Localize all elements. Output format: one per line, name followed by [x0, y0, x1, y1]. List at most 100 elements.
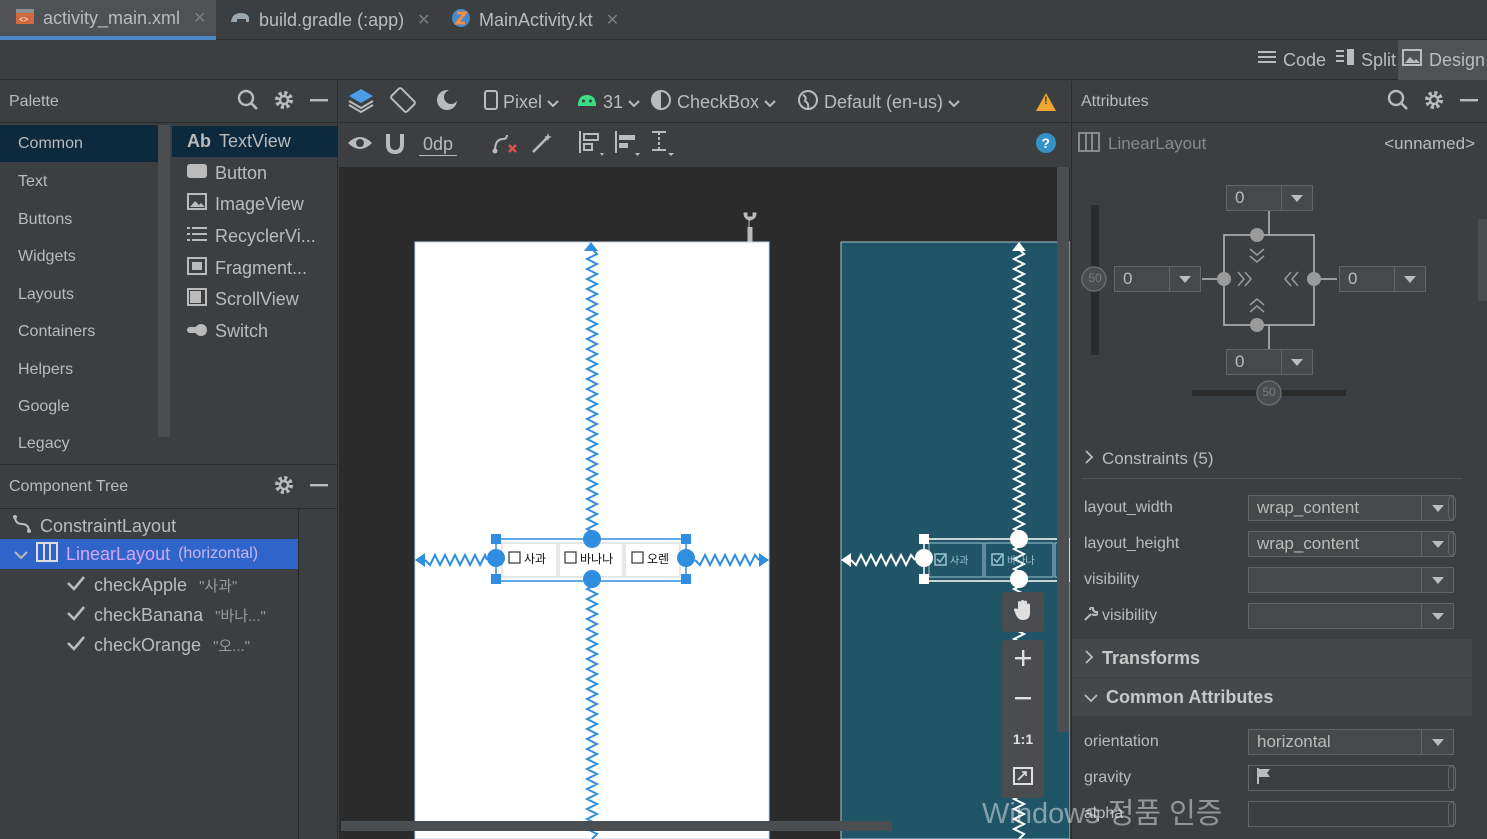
palette-category-layouts[interactable]: Layouts [0, 276, 158, 313]
minimize-icon[interactable] [309, 475, 329, 500]
palette-item-scrollview[interactable]: ScrollView [172, 284, 338, 315]
tools-visibility-combo[interactable] [1248, 603, 1454, 629]
palette-category-text[interactable]: Text [0, 163, 158, 200]
guidelines-icon [648, 129, 676, 162]
tree-node-checkorange[interactable]: checkOrange "오..." [66, 630, 483, 660]
layout-height-resource-button[interactable] [1448, 532, 1456, 556]
default-margin-button[interactable]: 0dp [419, 123, 458, 167]
layers-icon [347, 86, 375, 119]
theme-selector[interactable]: CheckBox [650, 81, 776, 123]
minimize-icon[interactable] [1459, 90, 1479, 115]
palette-category-containers[interactable]: Containers [0, 313, 158, 350]
design-toolbar: Pixel 31 CheckBox Default (en-us) [339, 81, 1070, 123]
zoom-controls: 1:1 [1002, 640, 1044, 798]
tree-node-constraintlayout[interactable]: ConstraintLayout [0, 511, 298, 541]
palette-category-common[interactable]: Common [0, 125, 158, 162]
infer-constraints-button[interactable] [530, 123, 554, 167]
close-tab-icon[interactable]: ✕ [417, 10, 430, 30]
guidelines-button[interactable] [648, 123, 676, 167]
orientation-button[interactable] [389, 81, 417, 123]
align-button[interactable] [613, 123, 641, 167]
palette-item-fragment[interactable]: Fragment... [172, 253, 338, 284]
help-icon: ? [1035, 132, 1057, 159]
alpha-resource-button[interactable] [1448, 802, 1456, 826]
layout-height-combo[interactable]: wrap_content [1248, 531, 1454, 557]
palette-item-button[interactable]: Button [172, 158, 338, 189]
gravity-field[interactable] [1248, 765, 1454, 791]
night-mode-button[interactable] [435, 81, 461, 123]
zoom-in-button[interactable] [1002, 640, 1044, 680]
tree-node-checkbanana[interactable]: checkBanana "바나..." [66, 600, 498, 630]
tree-node-checkapple[interactable]: checkApple "사과" [66, 570, 470, 600]
gear-icon[interactable] [273, 89, 295, 116]
attributes-scrollbar[interactable] [1478, 219, 1487, 301]
palette-category-widgets[interactable]: Widgets [0, 238, 158, 275]
chevron-down-icon[interactable] [14, 544, 28, 565]
palette-item-recyclerview[interactable]: RecyclerVi... [172, 221, 338, 252]
plus-icon [1015, 649, 1031, 671]
palette-item-imageview[interactable]: ImageView [172, 189, 338, 220]
code-mode-button[interactable]: Code [1254, 40, 1330, 80]
palette-category-helpers[interactable]: Helpers [0, 351, 158, 388]
chevron-right-icon [1084, 648, 1094, 669]
zoom-actual-size-button[interactable]: 1:1 [1002, 720, 1044, 758]
chevron-right-icon [1084, 449, 1094, 469]
wrench-icon [743, 212, 757, 242]
vertical-bias-value[interactable]: 50 [1086, 271, 1104, 285]
search-icon[interactable] [237, 89, 259, 116]
palette-category-google[interactable]: Google [0, 388, 158, 425]
device-selector[interactable]: Pixel [484, 81, 559, 123]
attr-orientation: orientation horizontal [1084, 724, 1464, 760]
magic-wand-icon [530, 131, 554, 160]
gravity-resource-button[interactable] [1448, 766, 1456, 790]
attr-layout-height: layout_height wrap_content [1084, 526, 1464, 562]
design-surface-button[interactable] [347, 81, 375, 123]
palette-item-textview[interactable]: Ab TextView [172, 126, 338, 157]
search-icon[interactable] [1387, 89, 1409, 116]
palette-item-switch[interactable]: Switch [172, 316, 338, 347]
close-tab-icon[interactable]: ✕ [193, 8, 206, 28]
help-button[interactable]: ? [1035, 123, 1057, 167]
clear-constraints-button[interactable] [491, 123, 519, 167]
common-attributes-section[interactable]: Common Attributes [1072, 678, 1472, 716]
palette-category-scrollbar[interactable] [158, 125, 170, 437]
visibility-combo[interactable] [1248, 567, 1454, 593]
autoconnect-button[interactable] [385, 123, 405, 167]
view-options-button[interactable] [347, 123, 373, 167]
layout-width-combo[interactable]: wrap_content [1248, 495, 1454, 521]
transforms-section[interactable]: Transforms [1072, 639, 1472, 677]
constraints-section[interactable]: Constraints (5) [1072, 440, 1472, 478]
zoom-out-button[interactable] [1002, 680, 1044, 720]
locale-selector[interactable]: Default (en-us) [797, 81, 960, 123]
horizontal-bias-value[interactable]: 50 [1259, 385, 1279, 399]
gear-icon[interactable] [273, 474, 295, 501]
align-left-icon [613, 129, 641, 162]
component-tree-header: Component Tree [0, 465, 337, 509]
api-level-selector[interactable]: 31 [576, 81, 640, 123]
chevron-down-icon [764, 92, 776, 113]
tab-mainactivity-kt[interactable]: MainActivity.kt ✕ [436, 0, 629, 40]
pack-button[interactable] [577, 123, 605, 167]
layout-width-resource-button[interactable] [1448, 496, 1456, 520]
design-mode-button[interactable]: Design [1398, 40, 1487, 80]
gear-icon[interactable] [1423, 89, 1445, 116]
night-mode-icon [435, 87, 461, 118]
selected-component-row: LinearLayout <unnamed> [1078, 129, 1478, 159]
split-mode-button[interactable]: Split [1332, 40, 1400, 80]
flag-icon [1257, 767, 1271, 789]
tab-build-gradle[interactable]: build.gradle (:app) ✕ [214, 0, 441, 40]
component-id[interactable]: <unnamed> [1384, 134, 1475, 154]
minimize-icon[interactable] [309, 90, 329, 115]
palette-category-legacy[interactable]: Legacy [0, 425, 158, 461]
alpha-field[interactable] [1248, 801, 1454, 827]
layout-warning-button[interactable] [1036, 81, 1056, 123]
design-canvas[interactable]: 사과 바나나 오렌 사과 바나나 1:1 [339, 167, 1070, 839]
close-tab-icon[interactable]: ✕ [606, 10, 619, 30]
eye-icon [347, 134, 373, 157]
tab-activity-main-xml[interactable]: <> activity_main.xml ✕ [0, 0, 217, 40]
palette-category-buttons[interactable]: Buttons [0, 201, 158, 238]
tree-node-linearlayout[interactable]: LinearLayout (horizontal) [0, 539, 298, 569]
editor-tab-bar: <> activity_main.xml ✕ build.gradle (:ap… [0, 0, 1487, 40]
orientation-combo[interactable]: horizontal [1248, 729, 1454, 755]
pan-button[interactable] [1002, 592, 1044, 632]
